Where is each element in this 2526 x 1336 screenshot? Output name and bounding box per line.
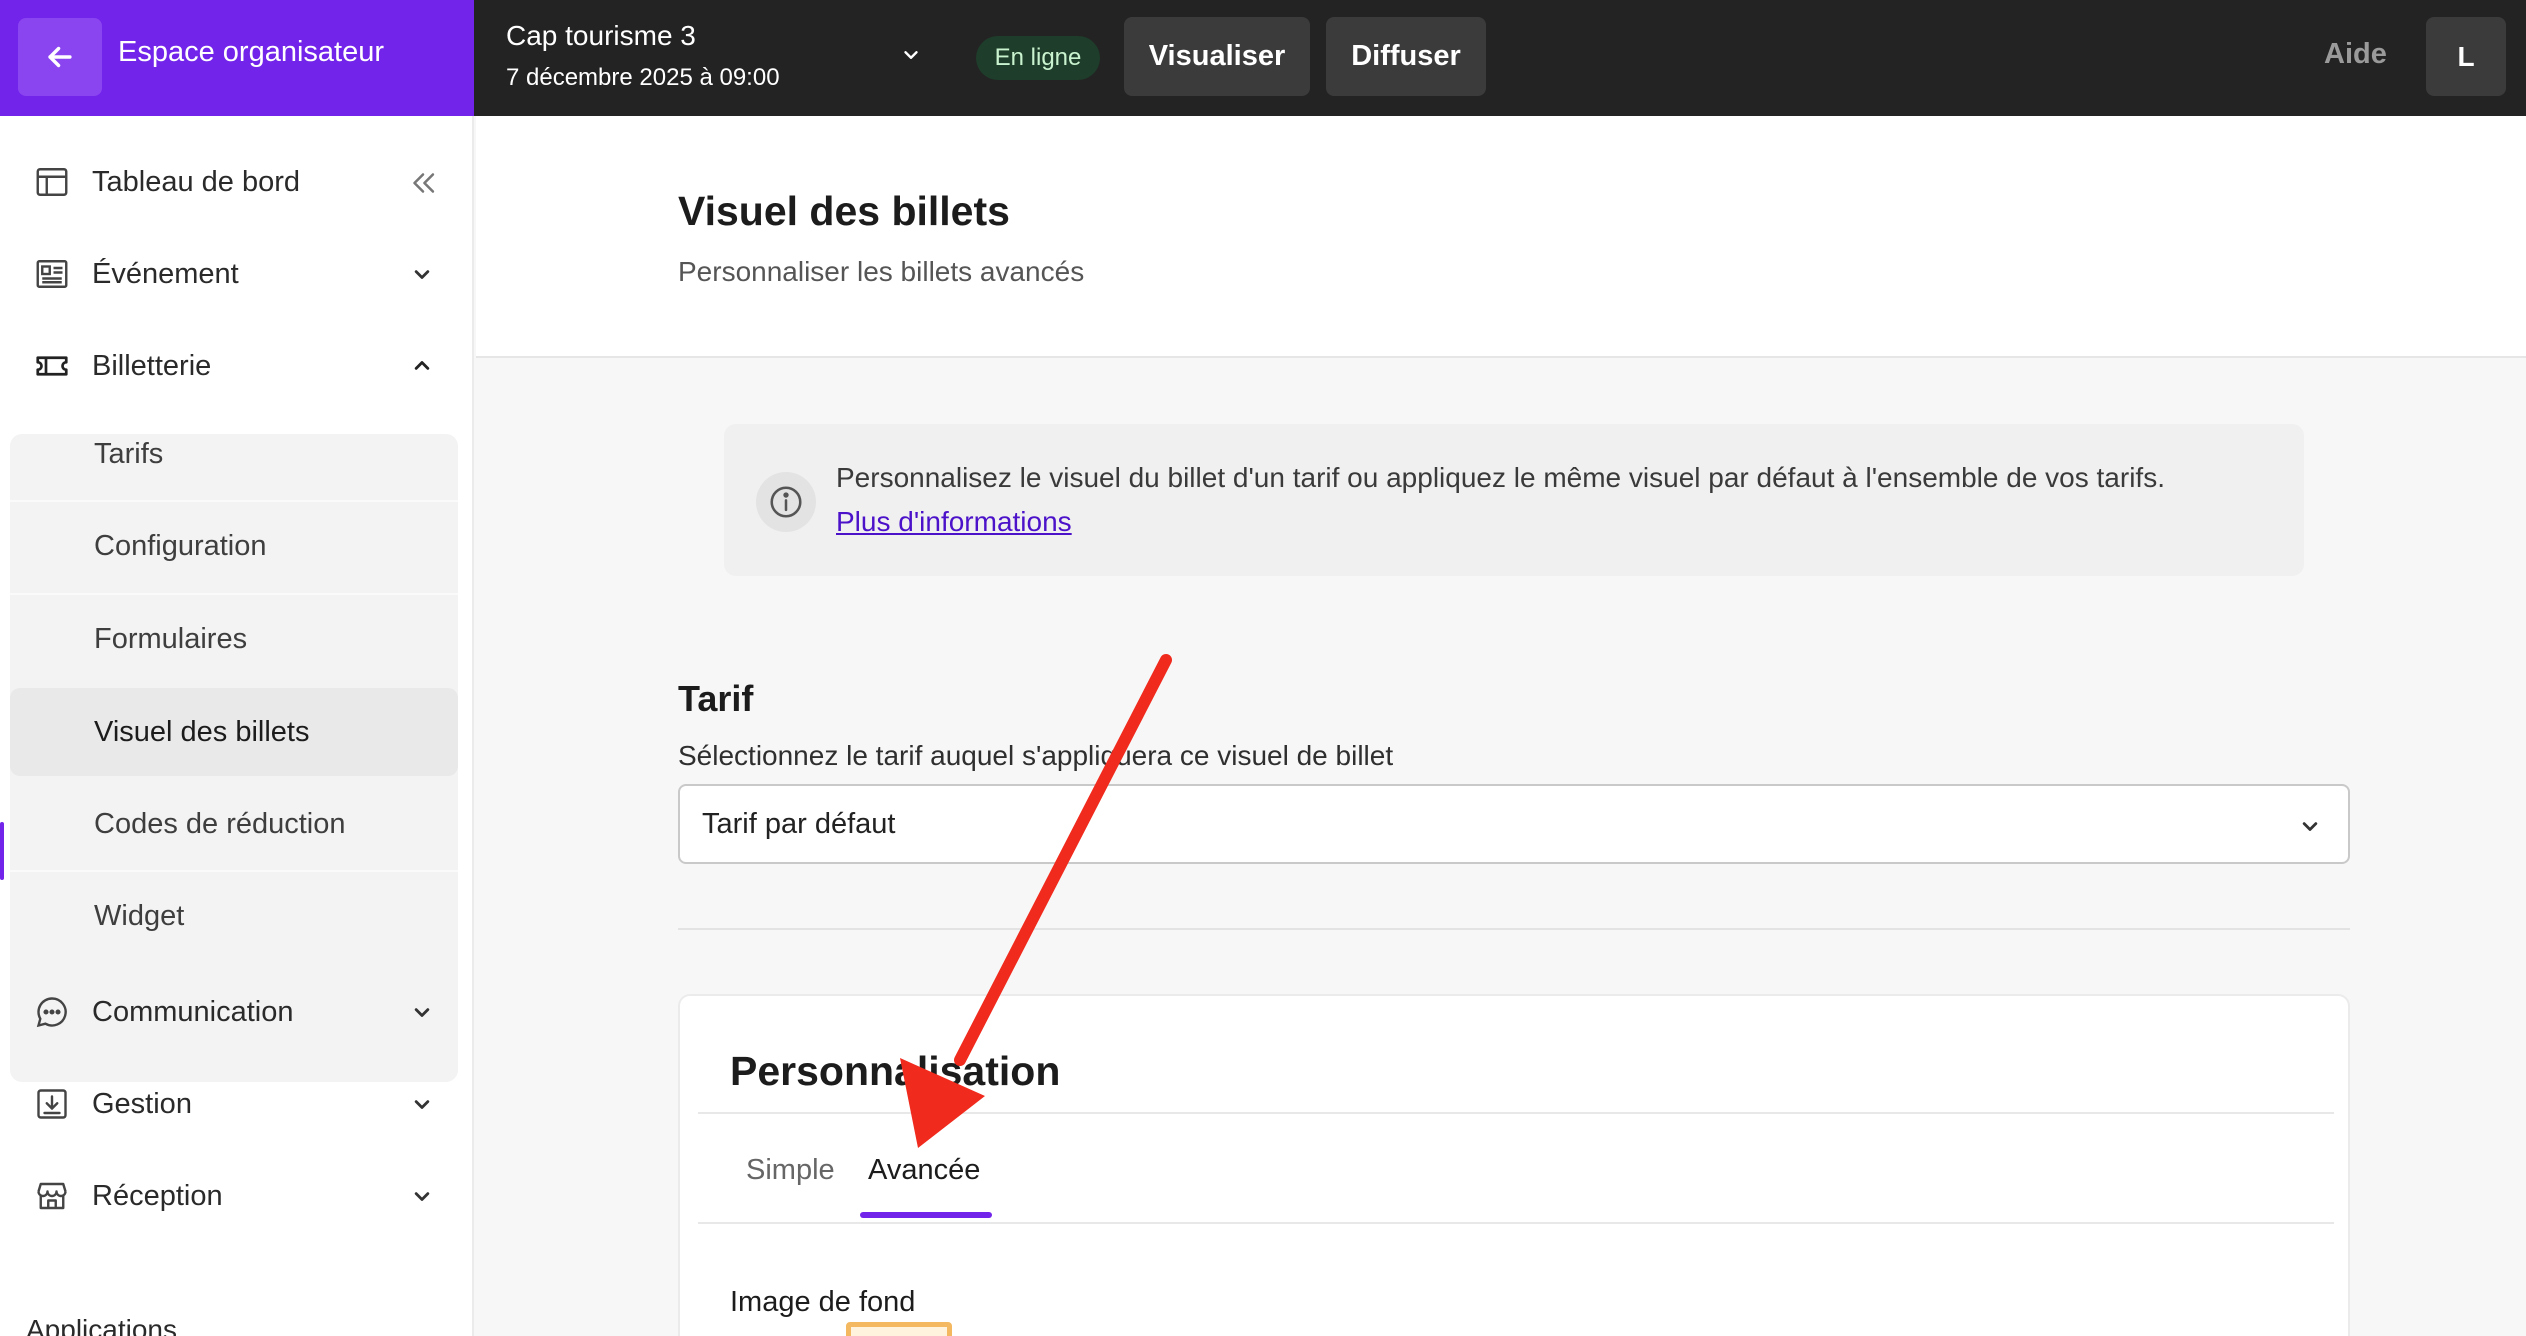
sidebar-subitem-formulaires[interactable]: Formulaires xyxy=(10,595,458,683)
sidebar-item-label: Billetterie xyxy=(92,349,212,382)
chat-icon xyxy=(36,997,67,1028)
ticket-icon xyxy=(36,356,68,376)
tab-avancee[interactable]: Avancée xyxy=(868,1154,980,1187)
sidebar-subitem-label: Codes de réduction xyxy=(94,808,346,840)
background-image-label: Image de fond xyxy=(730,1286,916,1318)
layout-icon xyxy=(36,168,68,196)
sidebar-item-label: Gestion xyxy=(92,1087,192,1120)
sidebar-subitem-tarifs[interactable]: Tarifs xyxy=(10,410,458,498)
sidebar-subitem-configuration[interactable]: Configuration xyxy=(10,502,458,590)
sidebar-subitem-visuel-des-billets[interactable]: Visuel des billets xyxy=(10,688,458,776)
event-selector-chevron-icon[interactable] xyxy=(896,40,926,70)
top-bar: Espace organisateur Cap tourisme 3 7 déc… xyxy=(0,0,2526,116)
arrow-left-icon xyxy=(48,46,72,68)
page-title: Visuel des billets xyxy=(678,188,1010,234)
divider xyxy=(698,1222,2334,1224)
sidebar-subitem-codes-de-reduction[interactable]: Codes de réduction xyxy=(10,780,458,868)
event-date: 7 décembre 2025 à 09:00 xyxy=(506,64,780,91)
sidebar-item-label: Communication xyxy=(92,995,294,1028)
sidebar: Tableau de bord Événement Billetterie Ta… xyxy=(0,116,474,1336)
sidebar-item-billetterie[interactable]: Billetterie xyxy=(10,320,458,412)
sidebar-item-gestion[interactable]: Gestion xyxy=(10,1058,458,1150)
download-box-icon xyxy=(37,1089,67,1119)
more-info-link[interactable]: Plus d'informations xyxy=(836,506,1072,538)
chevron-down-icon xyxy=(414,270,430,279)
page-subtitle: Personnaliser les billets avancés xyxy=(678,256,1085,287)
personnalisation-heading: Personnalisation xyxy=(730,1048,1061,1094)
page-header: Visuel des billets Personnaliser les bil… xyxy=(476,116,2526,358)
sidebar-item-tableau-de-bord[interactable]: Tableau de bord xyxy=(10,136,458,228)
visualiser-button[interactable]: Visualiser xyxy=(1124,17,1310,96)
sidebar-item-label: Tableau de bord xyxy=(92,165,300,198)
info-box: Personnalisez le visuel du billet d'un t… xyxy=(724,424,2304,576)
chevron-down-icon xyxy=(414,1192,430,1201)
diffuser-button[interactable]: Diffuser xyxy=(1326,17,1486,96)
collapse-sidebar-icon[interactable] xyxy=(406,166,440,200)
chevron-down-icon xyxy=(414,1008,430,1017)
chevron-down-icon xyxy=(2302,822,2318,831)
event-card-icon xyxy=(36,260,68,288)
info-text: Personnalisez le visuel du billet d'un t… xyxy=(836,462,2165,493)
applications-heading: Applications xyxy=(26,1314,177,1336)
store-icon xyxy=(37,1182,67,1210)
section-divider xyxy=(678,928,2350,930)
active-indicator xyxy=(0,822,4,880)
sidebar-item-label: Réception xyxy=(92,1179,223,1212)
avatar[interactable]: L xyxy=(2426,17,2506,96)
sidebar-subitem-label: Configuration xyxy=(94,530,267,562)
chevron-up-icon xyxy=(414,361,430,370)
sidebar-item-reception[interactable]: Réception xyxy=(10,1150,458,1242)
chevron-down-icon xyxy=(414,1100,430,1109)
back-button[interactable] xyxy=(18,18,102,96)
tarif-select[interactable]: Tarif par défaut xyxy=(678,784,2350,864)
tarif-heading: Tarif xyxy=(678,678,754,719)
organizer-space-label[interactable]: Espace organisateur xyxy=(118,36,384,69)
info-icon xyxy=(756,472,816,532)
status-badge: En ligne xyxy=(976,36,1100,80)
sidebar-item-label: Événement xyxy=(92,257,239,290)
tarif-select-value: Tarif par défaut xyxy=(702,808,896,840)
divider xyxy=(698,1112,2334,1114)
background-image-thumbnail[interactable] xyxy=(846,1322,952,1336)
active-tab-indicator xyxy=(860,1212,992,1218)
sidebar-item-communication[interactable]: Communication xyxy=(10,966,458,1058)
tab-simple[interactable]: Simple xyxy=(746,1154,835,1187)
help-link[interactable]: Aide xyxy=(2324,38,2387,71)
sidebar-subitem-label: Visuel des billets xyxy=(94,716,310,748)
personnalisation-card: Personnalisation Simple Avancée Image de… xyxy=(678,994,2350,1336)
sidebar-subitem-widget[interactable]: Widget xyxy=(10,872,458,960)
event-title[interactable]: Cap tourisme 3 xyxy=(506,20,696,52)
sidebar-subitem-label: Widget xyxy=(94,900,185,932)
tarif-description: Sélectionnez le tarif auquel s'appliquer… xyxy=(678,740,1394,771)
sidebar-subitem-label: Tarifs xyxy=(94,438,164,470)
sidebar-item-evenement[interactable]: Événement xyxy=(10,228,458,320)
organizer-space-block[interactable]: Espace organisateur xyxy=(0,0,474,116)
sidebar-subitem-label: Formulaires xyxy=(94,623,248,655)
